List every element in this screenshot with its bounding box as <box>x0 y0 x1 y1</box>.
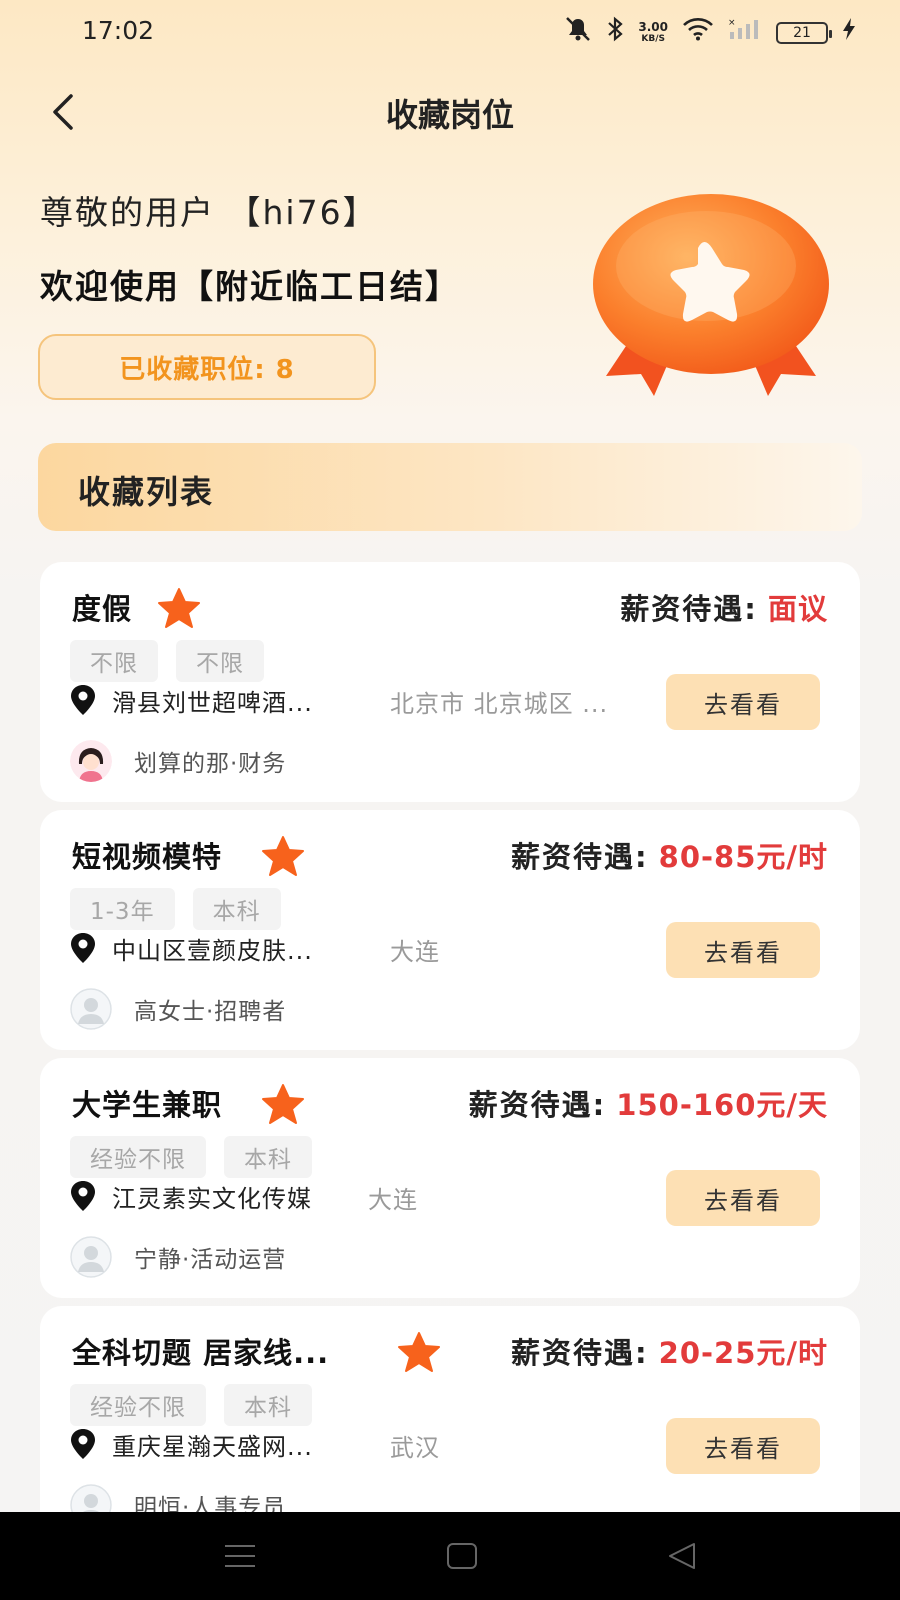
job-city: 大连 <box>368 1186 418 1214</box>
location-row: 中山区壹颜皮肤... <box>68 928 313 968</box>
salary-value: 面议 <box>767 592 828 626</box>
medal-icon <box>593 194 829 396</box>
location-pin-icon <box>71 1181 95 1211</box>
job-list[interactable]: 度假 薪资待遇: 面议 不限 不限 滑县刘世超啤酒... 北京市 北京城区 ..… <box>40 562 860 1512</box>
default-avatar <box>70 1484 112 1512</box>
wifi-icon <box>682 17 714 48</box>
company-name: 中山区壹颜皮肤... <box>112 936 313 965</box>
job-city: 大连 <box>390 938 440 966</box>
job-tag: 不限 <box>70 640 158 682</box>
job-city: 武汉 <box>390 1434 440 1462</box>
job-card[interactable]: 全科切题 居家线... 薪资待遇: 20-25元/时 经验不限 本科 重庆星瀚天… <box>40 1306 860 1512</box>
job-title: 大学生兼职 <box>72 1088 223 1122</box>
salary: 薪资待遇: 面议 <box>620 586 828 628</box>
job-tag: 1-3年 <box>70 888 175 930</box>
job-tag: 经验不限 <box>70 1136 206 1178</box>
favorites-list-title: 收藏列表 <box>78 473 215 511</box>
location-pin-icon <box>71 933 95 963</box>
system-nav-bar <box>0 1512 900 1600</box>
salary-label: 薪资待遇: <box>510 1336 649 1370</box>
job-title: 度假 <box>72 592 133 626</box>
page-header: 收藏岗位 <box>0 80 900 144</box>
salary: 薪资待遇: 80-85元/时 <box>511 834 828 876</box>
status-bar: 17:02 3.00 KB/S × 21 <box>0 0 900 64</box>
saved-count-badge: 已收藏职位: 8 <box>38 334 376 400</box>
salary-label: 薪资待遇: <box>468 1088 607 1122</box>
salary-label: 薪资待遇: <box>620 592 758 626</box>
menu-icon <box>225 1545 255 1567</box>
location-row: 江灵素实文化传媒 <box>68 1176 312 1216</box>
star-icon[interactable] <box>396 1330 442 1374</box>
battery-indicator: 21 <box>776 21 832 44</box>
recruiter-row: 明恒·人事专员 <box>70 1484 286 1512</box>
menu-button[interactable] <box>218 1536 262 1576</box>
recruiter-name: 宁静·活动运营 <box>134 1247 287 1273</box>
net-speed: 3.00 KB/S <box>638 19 668 44</box>
view-job-button[interactable]: 去看看 <box>666 1418 820 1474</box>
job-tags: 不限 不限 <box>70 640 264 682</box>
recruiter-row: 划算的那·财务 <box>70 740 286 782</box>
recruiter-name: 明恒·人事专员 <box>134 1495 287 1512</box>
home-button[interactable] <box>440 1536 484 1576</box>
job-tags: 1-3年 本科 <box>70 888 281 930</box>
salary-value: 80-85元/时 <box>658 840 828 874</box>
job-tag: 本科 <box>192 888 281 930</box>
location-pin-icon <box>71 685 95 715</box>
back-nav-button[interactable] <box>660 1536 704 1576</box>
charging-icon <box>842 17 856 48</box>
view-job-button[interactable]: 去看看 <box>666 674 820 730</box>
signal-icon: × <box>728 17 762 48</box>
job-tag: 本科 <box>224 1384 312 1426</box>
job-title: 全科切题 居家线... <box>72 1336 330 1370</box>
salary: 薪资待遇: 150-160元/天 <box>469 1082 828 1124</box>
salary-value: 20-25元/时 <box>658 1336 828 1370</box>
job-tags: 经验不限 本科 <box>70 1384 312 1426</box>
page-title: 收藏岗位 <box>385 96 514 134</box>
recruiter-name: 高女士·招聘者 <box>134 999 287 1025</box>
location-row: 滑县刘世超啤酒... <box>68 680 313 720</box>
welcome-text: 欢迎使用【附近临工日结】 <box>40 267 460 306</box>
job-card[interactable]: 大学生兼职 薪资待遇: 150-160元/天 经验不限 本科 江灵素实文化传媒 … <box>40 1058 860 1298</box>
bluetooth-icon <box>606 16 624 49</box>
favorites-list-header: 收藏列表 <box>38 443 862 531</box>
salary-value: 150-160元/天 <box>616 1088 828 1122</box>
job-card[interactable]: 短视频模特 薪资待遇: 80-85元/时 1-3年 本科 中山区壹颜皮肤... … <box>40 810 860 1050</box>
mute-icon <box>564 16 592 49</box>
location-row: 重庆星瀚天盛网... <box>68 1424 313 1464</box>
star-icon[interactable] <box>260 834 306 878</box>
job-card[interactable]: 度假 薪资待遇: 面议 不限 不限 滑县刘世超啤酒... 北京市 北京城区 ..… <box>40 562 860 802</box>
job-tag: 不限 <box>176 640 264 682</box>
recruiter-row: 宁静·活动运营 <box>70 1236 286 1278</box>
recruiter-name: 划算的那·财务 <box>134 751 287 777</box>
star-icon[interactable] <box>260 1082 306 1126</box>
home-icon <box>447 1543 477 1569</box>
view-job-button[interactable]: 去看看 <box>666 922 820 978</box>
company-name: 滑县刘世超啤酒... <box>112 688 313 717</box>
default-avatar <box>70 1236 112 1278</box>
job-tag: 经验不限 <box>70 1384 206 1426</box>
job-tag: 本科 <box>224 1136 312 1178</box>
star-icon[interactable] <box>156 586 202 630</box>
salary: 薪资待遇: 20-25元/时 <box>511 1330 828 1372</box>
job-tags: 经验不限 本科 <box>70 1136 312 1178</box>
salary-label: 薪资待遇: <box>510 840 649 874</box>
view-job-button[interactable]: 去看看 <box>666 1170 820 1226</box>
location-pin-icon <box>71 1429 95 1459</box>
job-title: 短视频模特 <box>72 840 223 874</box>
user-greeting: 尊敬的用户 【hi76】 <box>40 193 378 232</box>
status-time: 17:02 <box>82 16 155 45</box>
svg-text:×: × <box>728 18 736 28</box>
female-avatar <box>70 740 112 782</box>
job-city: 北京市 北京城区 ... <box>390 690 609 718</box>
back-triangle-icon <box>669 1543 695 1569</box>
recruiter-row: 高女士·招聘者 <box>70 988 286 1030</box>
company-name: 重庆星瀚天盛网... <box>112 1432 313 1461</box>
status-icons: 3.00 KB/S × 21 <box>564 16 856 49</box>
company-name: 江灵素实文化传媒 <box>112 1184 312 1213</box>
default-avatar <box>70 988 112 1030</box>
